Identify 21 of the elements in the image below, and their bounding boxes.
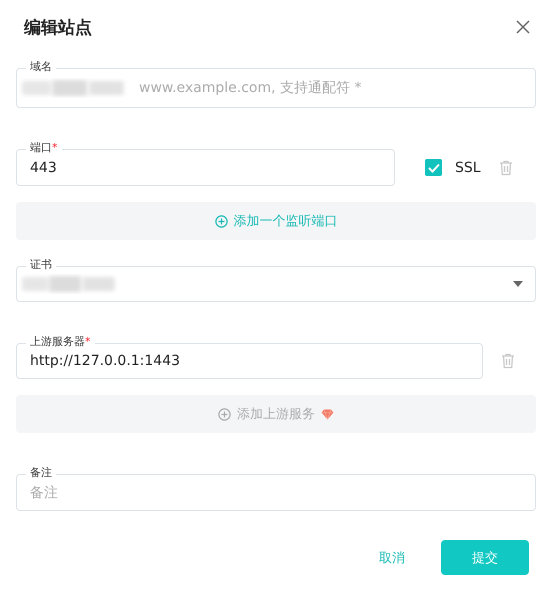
placeholder-text: 备注 bbox=[30, 484, 58, 502]
close-icon[interactable] bbox=[516, 20, 530, 34]
trash-icon[interactable] bbox=[499, 160, 513, 176]
trash-icon[interactable] bbox=[501, 353, 515, 369]
field-label: 域名 bbox=[26, 60, 56, 73]
field-label: 上游服务器* bbox=[26, 335, 94, 348]
submit-button[interactable]: 提交 bbox=[441, 540, 529, 575]
ssl-checkbox[interactable] bbox=[425, 159, 442, 176]
plus-circle-icon bbox=[218, 408, 231, 420]
field-label: 备注 bbox=[26, 466, 56, 479]
plus-circle-icon bbox=[214, 214, 228, 228]
field-value: http://127.0.0.1:1443 bbox=[30, 353, 180, 369]
caret-icon bbox=[513, 281, 523, 287]
cancel-button[interactable]: 取消 bbox=[365, 540, 419, 575]
placeholder-text: www.example.com, 支持通配符 * bbox=[139, 79, 362, 97]
dialog-title: 编辑站点 bbox=[24, 16, 92, 38]
field-label: 证书 bbox=[26, 258, 56, 271]
add-button[interactable]: 添加一个监听端口 bbox=[16, 202, 536, 240]
field-label: 端口* bbox=[26, 141, 62, 154]
checkbox-label: SSL bbox=[455, 160, 481, 176]
field-value: 443 bbox=[30, 160, 57, 176]
